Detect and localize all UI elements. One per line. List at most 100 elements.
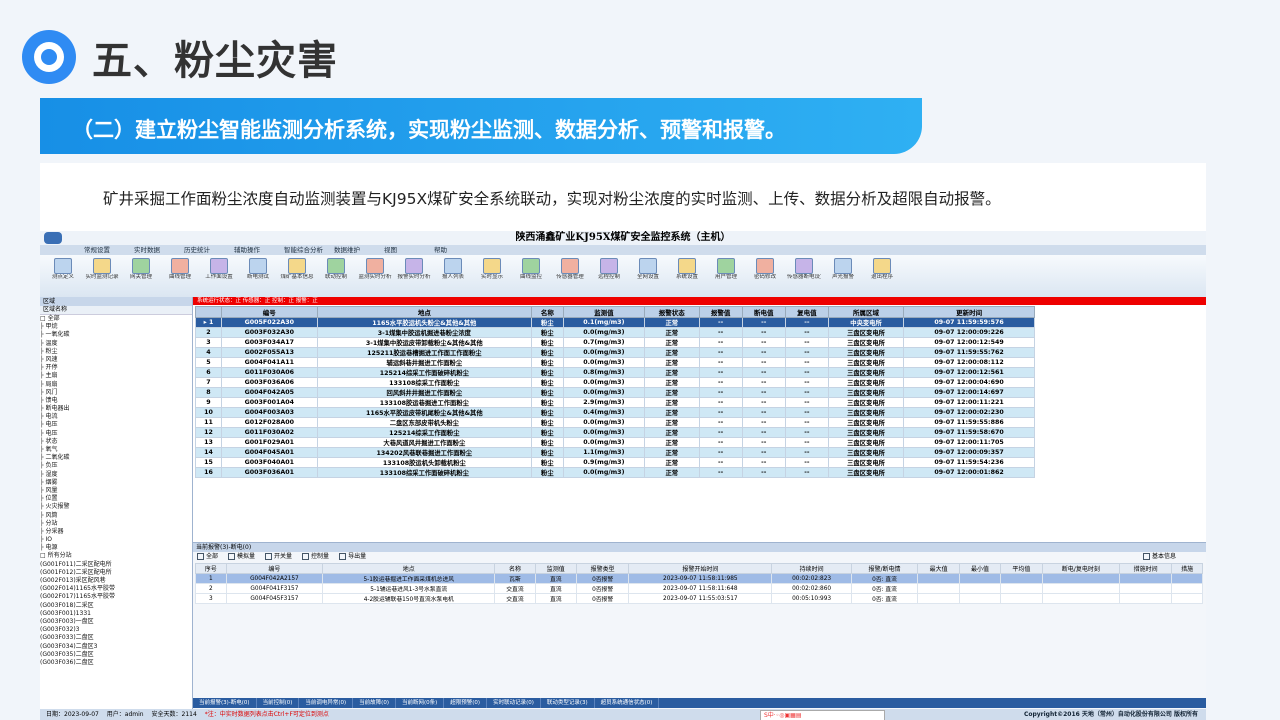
table-header-cell[interactable]: 编号 (220, 306, 318, 318)
ribbon-button[interactable]: 传感器断电设置 (787, 258, 821, 292)
bottom-tab[interactable]: 当前报警(3)-断电(0) (193, 698, 257, 708)
ribbon-button[interactable]: 传感器管理 (553, 258, 587, 292)
table-header-cell[interactable]: 名称 (531, 306, 564, 318)
table-row[interactable]: 8 G004F042A05 回风斜井井掘进工作面粉尘 粉尘 0.0(mg/m3) 正常 --… (195, 387, 1035, 398)
menu-item[interactable]: 辅助操作 (230, 245, 264, 255)
ribbon-button[interactable]: 全网设置 (631, 258, 665, 292)
table-header-cell[interactable]: 地点 (316, 306, 533, 318)
alarm-header-cell[interactable]: 监测值 (534, 563, 578, 574)
table-row[interactable]: 4 G002F055A13 125211胶运巷槽掘进工作面工作面粉尘 粉尘 0.0(mg… (195, 347, 1035, 358)
tree-node[interactable]: ├ 氧气 (40, 446, 192, 454)
alarm-header-cell[interactable]: 报警/断电情 (850, 563, 919, 574)
tree-node[interactable]: ├ 馈电 (40, 397, 192, 405)
alarm-filter-checkbox[interactable]: 导出量 (339, 553, 366, 560)
tree-node[interactable]: (G001F011)二采区配电所 (40, 561, 192, 569)
ribbon-button[interactable]: 工作面设置 (202, 258, 236, 292)
table-header-cell[interactable]: 更新时间 (903, 306, 1035, 318)
ribbon-button[interactable]: 断电测试 (241, 258, 275, 292)
table-row[interactable]: 11 G012F028A00 二盘区东部皮带机头粉尘 粉尘 0.0(mg/m3) 正常 --… (195, 417, 1035, 428)
alarm-header-cell[interactable]: 措施 (1171, 563, 1203, 574)
tree-node[interactable]: ├ 分站 (40, 520, 192, 528)
alarm-filter-checkbox[interactable]: 开关量 (265, 553, 292, 560)
table-row[interactable]: ▸ 1 G005F022A30 1165水平胶运机头粉尘&其他&其他 粉尘 0.1(mg… (195, 317, 1035, 328)
table-row[interactable]: 15 G003F040A01 133108胶运机头卸载机粉尘 粉尘 0.9(mg/m3)… (195, 457, 1035, 468)
bottom-tab[interactable]: 联动类型记录(3) (541, 698, 595, 708)
tree-node[interactable]: (G002F017)1165水平胶带 (40, 593, 192, 601)
menu-item[interactable]: 常规设置 (80, 245, 114, 255)
table-header-cell[interactable]: 报警值 (698, 306, 743, 318)
tree-node[interactable]: ├ 一氧化碳 (40, 331, 192, 339)
table-row[interactable]: 12 G011F030A02 125214综采工作面粉尘 粉尘 0.0(mg/m3) 正常… (195, 427, 1035, 438)
ribbon-button[interactable]: 用户管理 (709, 258, 743, 292)
alarm-header-cell[interactable]: 报警类型 (576, 563, 630, 574)
ribbon-button[interactable]: 曲线监控 (514, 258, 548, 292)
bottom-tab[interactable]: 实时联动记录(0) (487, 698, 541, 708)
ribbon-button[interactable]: 曲线管理 (163, 258, 197, 292)
tree-node[interactable]: (G003F018)二采区 (40, 602, 192, 610)
tree-node[interactable]: ├ IO (40, 536, 192, 544)
tree-node[interactable]: (G002F013)采区配风巷 (40, 577, 192, 585)
tree-node[interactable]: ├ 主扇 (40, 372, 192, 380)
tree-node[interactable]: ├ 风筒 (40, 512, 192, 520)
tree-node[interactable]: ├ 温度 (40, 340, 192, 348)
alarm-filter-checkbox[interactable]: 全部 (197, 553, 218, 560)
tree-node[interactable]: ├ 湿度 (40, 471, 192, 479)
tree-node[interactable]: □ 全部 (40, 315, 192, 323)
menu-item[interactable]: 历史统计 (180, 245, 214, 255)
alarm-header-cell[interactable]: 措施时间 (1119, 563, 1173, 574)
tree-node[interactable]: (G003F033)二盘区 (40, 634, 192, 642)
tree-node[interactable]: (G003F036)二盘区 (40, 659, 192, 667)
table-header-cell[interactable]: 报警状态 (644, 306, 700, 318)
tree-node[interactable]: ├ 局扇 (40, 381, 192, 389)
table-header-cell[interactable] (195, 306, 222, 318)
menu-item[interactable]: 视图 (380, 245, 401, 255)
table-row[interactable]: 14 G004F045A01 134202风巷联巷掘进工作面粉尘 粉尘 1.1(mg/m… (195, 447, 1035, 458)
table-header-cell[interactable]: 复电值 (784, 306, 829, 318)
alarm-header-cell[interactable]: 持续时间 (771, 563, 852, 574)
menu-item[interactable]: 帮助 (430, 245, 451, 255)
ribbon-button[interactable]: 煤矿基本信息 (280, 258, 314, 292)
tree-node[interactable]: □ 所有分站 (40, 552, 192, 560)
table-row[interactable]: 7 G003F036A06 133108综采工作面粉尘 粉尘 0.0(mg/m3) 正常 -… (195, 377, 1035, 388)
ribbon-button[interactable]: 退出程序 (865, 258, 899, 292)
ribbon-button[interactable]: 联动控制 (319, 258, 353, 292)
alarm-row[interactable]: 1 G004F042A2157 5-1胶运巷掘进工作面采煤机总进风 瓦斯 直流 0否报警 2… (195, 573, 1203, 584)
table-row[interactable]: 10 G004F003A03 1165水平胶运皮带机尾粉尘&其他&其他 粉尘 0.4(m… (195, 407, 1035, 418)
table-header-cell[interactable]: 所属区域 (827, 306, 905, 318)
ribbon-button[interactable]: 系统设置 (670, 258, 704, 292)
ime-toolbar[interactable]: S中·◦◎▣▦▤ (760, 710, 885, 720)
alarm-header-cell[interactable]: 最大值 (917, 563, 960, 574)
tree-node[interactable]: (G003F003)一盘区 (40, 618, 192, 626)
tree-node[interactable]: (G003F034)二盘区3 (40, 643, 192, 651)
tree-node[interactable]: (G001F012)二采区配电所 (40, 569, 192, 577)
tree-node[interactable]: ├ 电压 (40, 421, 192, 429)
alarm-header-cell[interactable]: 序号 (195, 563, 227, 574)
bottom-tab[interactable]: 当前断网(0条) (396, 698, 445, 708)
table-row[interactable]: 6 G011F030A06 125214综采工作面破碎机粉尘 粉尘 0.8(mg/m3)… (195, 367, 1035, 378)
tree-node[interactable]: ├ 二氧化碳 (40, 454, 192, 462)
tree-node[interactable]: ├ 分采器 (40, 528, 192, 536)
ribbon-button[interactable]: 密码修改 (748, 258, 782, 292)
table-row[interactable]: 5 G004F041A11 辅运斜巷井掘进工作面粉尘 粉尘 0.0(mg/m3) 正常 --… (195, 357, 1035, 368)
basic-info-checkbox[interactable]: 基本信息 (1142, 552, 1176, 562)
tree-node[interactable]: ├ 电流 (40, 413, 192, 421)
bottom-tab[interactable]: 当前控制(0) (257, 698, 300, 708)
bottom-tab[interactable]: 超限预警(0) (444, 698, 488, 708)
menu-item[interactable]: 数据维护 (330, 245, 364, 255)
alarm-header-cell[interactable]: 编号 (225, 563, 324, 574)
tree-node[interactable]: (G003F001)1331 (40, 610, 192, 618)
table-row[interactable]: 2 G003F032A30 3-1煤集中胶运机掘进巷粉尘浓度 粉尘 0.0(mg/m3)… (195, 327, 1035, 338)
table-row[interactable]: 9 G003F001A04 133108胶运巷掘进工作面粉尘 粉尘 2.9(mg/m3)… (195, 397, 1035, 408)
alarm-filter-checkbox[interactable]: 控制量 (302, 553, 329, 560)
table-header-cell[interactable]: 监测值 (562, 306, 646, 318)
ribbon-button[interactable]: 声光报警 (826, 258, 860, 292)
bottom-tab[interactable]: 当前调电异常(0) (299, 698, 354, 708)
bottom-tab[interactable]: 当前故障(0) (353, 698, 396, 708)
ribbon-button[interactable]: 网关管理 (124, 258, 158, 292)
alarm-header-cell[interactable]: 断电/复电时刻 (1041, 563, 1121, 574)
tree-node[interactable]: ├ 风门 (40, 389, 192, 397)
tree-node[interactable]: ├ 负压 (40, 462, 192, 470)
alarm-header-cell[interactable]: 最小值 (958, 563, 1002, 574)
tree-node[interactable]: ├ 断电器出 (40, 405, 192, 413)
bottom-tab[interactable]: 超员系统通信状态(0) (595, 698, 660, 708)
